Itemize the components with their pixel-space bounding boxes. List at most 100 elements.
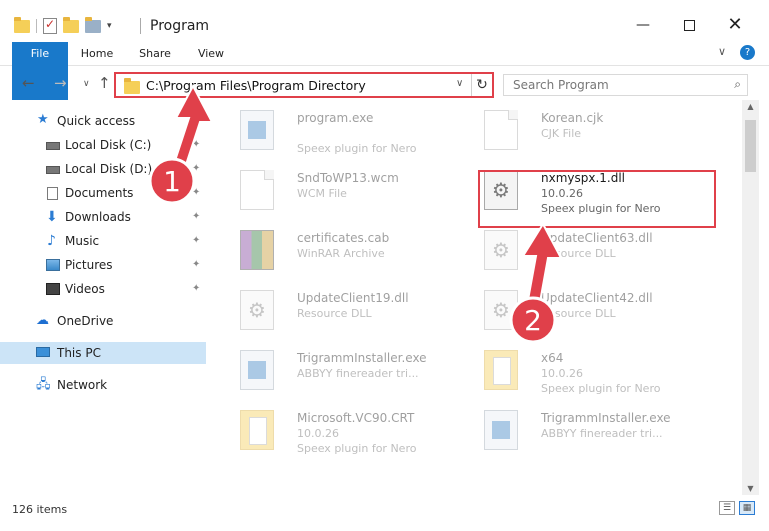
toolbar-divider bbox=[36, 19, 37, 33]
videos-icon bbox=[46, 283, 60, 295]
chevron-down-icon[interactable]: ▾ bbox=[107, 21, 112, 31]
file-item[interactable]: Korean.cjk CJK File bbox=[458, 102, 688, 162]
pin-icon[interactable]: ✦ bbox=[192, 134, 200, 156]
sidebar-item-this-pc[interactable]: This PC bbox=[0, 342, 206, 364]
file-type: WinRAR Archive bbox=[297, 247, 385, 260]
pin-icon[interactable]: ✦ bbox=[192, 278, 200, 300]
sidebar-item-label: This PC bbox=[57, 346, 101, 360]
file-item[interactable]: Microsoft.VC90.CRT 10.0.26 Speex plugin … bbox=[214, 402, 444, 462]
pin-icon[interactable]: ✦ bbox=[192, 254, 200, 276]
vertical-scrollbar[interactable]: ▲ ▼ bbox=[742, 100, 759, 495]
file-version: 10.0.26 bbox=[541, 367, 583, 380]
close-button[interactable]: ✕ bbox=[712, 10, 758, 40]
details-view-icon[interactable]: ☰ bbox=[719, 501, 735, 515]
sidebar-item-label: Quick access bbox=[57, 114, 136, 128]
folder-icon bbox=[124, 78, 140, 94]
sidebar-item-local-disk-c[interactable]: Local Disk (C:) ✦ bbox=[0, 134, 206, 156]
pin-icon[interactable]: ✦ bbox=[192, 182, 200, 204]
dll-gear-icon: ⚙ bbox=[240, 290, 274, 330]
sidebar-item-onedrive[interactable]: ☁ OneDrive bbox=[0, 310, 206, 332]
file-item[interactable]: ⚙ UpdateClient19.dll Resource DLL bbox=[214, 282, 444, 342]
folder-icon[interactable] bbox=[14, 16, 30, 33]
file-item[interactable]: ⚙ UpdateClient63.dll Resource DLL bbox=[458, 222, 688, 282]
tab-share[interactable]: Share bbox=[130, 42, 180, 66]
file-item[interactable]: x64 10.0.26 Speex plugin for Nero bbox=[458, 342, 688, 402]
file-item[interactable]: certificates.cab WinRAR Archive bbox=[214, 222, 444, 282]
pin-icon[interactable]: ✦ bbox=[192, 206, 200, 228]
file-description: Speex plugin for Nero bbox=[297, 442, 417, 455]
chevron-down-icon[interactable]: ∨ bbox=[456, 78, 463, 89]
search-placeholder: Search Program bbox=[513, 78, 609, 92]
file-item[interactable]: SndToWP13.wcm WCM File bbox=[214, 162, 444, 222]
file-name: UpdateClient19.dll bbox=[297, 291, 409, 305]
properties-icon[interactable] bbox=[43, 17, 57, 34]
page-icon bbox=[240, 170, 274, 210]
file-item[interactable]: TrigrammInstaller.exe ABBYY finereader t… bbox=[458, 402, 688, 462]
dll-gear-icon: ⚙ bbox=[484, 230, 518, 270]
file-type: ABBYY finereader tri... bbox=[297, 367, 419, 380]
sidebar-item-label: Music bbox=[65, 234, 100, 248]
drive-icon bbox=[46, 166, 60, 174]
status-bar: 126 items ☰ ▦ bbox=[0, 495, 769, 531]
file-name: TrigrammInstaller.exe bbox=[297, 351, 427, 365]
tiles-view-icon[interactable]: ▦ bbox=[739, 501, 755, 515]
highlight-box bbox=[478, 170, 716, 228]
exe-icon bbox=[240, 350, 274, 390]
maximize-icon bbox=[683, 19, 695, 31]
dll-gear-icon: ⚙ bbox=[484, 290, 518, 330]
scroll-down-icon[interactable]: ▼ bbox=[742, 484, 759, 493]
help-icon[interactable]: ? bbox=[740, 45, 755, 60]
refresh-icon[interactable]: ↻ bbox=[471, 74, 492, 96]
documents-icon bbox=[47, 187, 58, 200]
sidebar-item-network[interactable]: 🖧 Network bbox=[0, 374, 206, 396]
navigation-pane: ★ Quick access Local Disk (C:) ✦ Local D… bbox=[0, 100, 206, 495]
page-icon bbox=[484, 110, 518, 150]
sidebar-item-documents[interactable]: Documents ✦ bbox=[0, 182, 206, 204]
pictures-icon bbox=[46, 259, 60, 271]
address-bar[interactable]: C:\Program Files\Program Directory ∨ ↻ bbox=[114, 72, 494, 98]
up-arrow-icon[interactable]: ↑ bbox=[98, 74, 111, 92]
address-path[interactable]: C:\Program Files\Program Directory bbox=[146, 78, 366, 93]
sidebar-item-pictures[interactable]: Pictures ✦ bbox=[0, 254, 206, 276]
file-version: 10.0.26 bbox=[297, 427, 339, 440]
sidebar-item-label: Downloads bbox=[65, 210, 131, 224]
file-description: Speex plugin for Nero bbox=[297, 142, 417, 155]
sidebar-item-quick-access[interactable]: ★ Quick access bbox=[0, 110, 206, 132]
pin-icon[interactable]: ✦ bbox=[192, 230, 200, 252]
sidebar-item-label: Local Disk (C:) bbox=[65, 138, 152, 152]
file-item[interactable]: program.exe Speex plugin for Nero bbox=[214, 102, 444, 162]
search-input[interactable]: Search Program ⌕ bbox=[503, 74, 748, 96]
back-arrow-icon[interactable]: ← bbox=[22, 74, 35, 92]
title-divider bbox=[140, 18, 141, 34]
exe-icon bbox=[240, 110, 274, 150]
minimize-button[interactable]: — bbox=[620, 10, 666, 40]
scroll-up-icon[interactable]: ▲ bbox=[742, 102, 759, 111]
sidebar-item-label: OneDrive bbox=[57, 314, 114, 328]
sidebar-item-videos[interactable]: Videos ✦ bbox=[0, 278, 206, 300]
tab-view[interactable]: View bbox=[186, 42, 236, 66]
forward-arrow-icon[interactable]: → bbox=[54, 74, 67, 92]
file-name: Microsoft.VC90.CRT bbox=[297, 411, 415, 425]
scroll-thumb[interactable] bbox=[745, 120, 756, 172]
exe-icon bbox=[484, 410, 518, 450]
search-icon[interactable]: ⌕ bbox=[734, 77, 741, 92]
file-list: program.exe Speex plugin for Nero Korean… bbox=[206, 100, 742, 495]
collapse-ribbon-icon[interactable]: ∨ bbox=[718, 45, 726, 60]
file-name: TrigrammInstaller.exe bbox=[541, 411, 671, 425]
file-item[interactable]: ⚙ UpdateClient42.dll Resource DLL bbox=[458, 282, 688, 342]
maximize-button[interactable] bbox=[666, 10, 712, 40]
customize-icon[interactable] bbox=[85, 16, 101, 33]
sidebar-item-label: Network bbox=[57, 378, 108, 392]
pin-icon[interactable]: ✦ bbox=[192, 158, 200, 180]
new-folder-icon[interactable] bbox=[63, 16, 79, 33]
view-switcher: ☰ ▦ bbox=[719, 501, 755, 515]
file-name: UpdateClient63.dll bbox=[541, 231, 653, 245]
sidebar-item-downloads[interactable]: ⬇ Downloads ✦ bbox=[0, 206, 206, 228]
sidebar-item-music[interactable]: ♪ Music ✦ bbox=[0, 230, 206, 252]
tab-home[interactable]: Home bbox=[72, 42, 122, 66]
folder-icon bbox=[484, 350, 518, 390]
file-name: certificates.cab bbox=[297, 231, 390, 245]
file-item[interactable]: TrigrammInstaller.exe ABBYY finereader t… bbox=[214, 342, 444, 402]
sidebar-item-local-disk-d[interactable]: Local Disk (D:) ✦ bbox=[0, 158, 206, 180]
recent-locations-icon[interactable]: ∨ bbox=[83, 79, 90, 89]
